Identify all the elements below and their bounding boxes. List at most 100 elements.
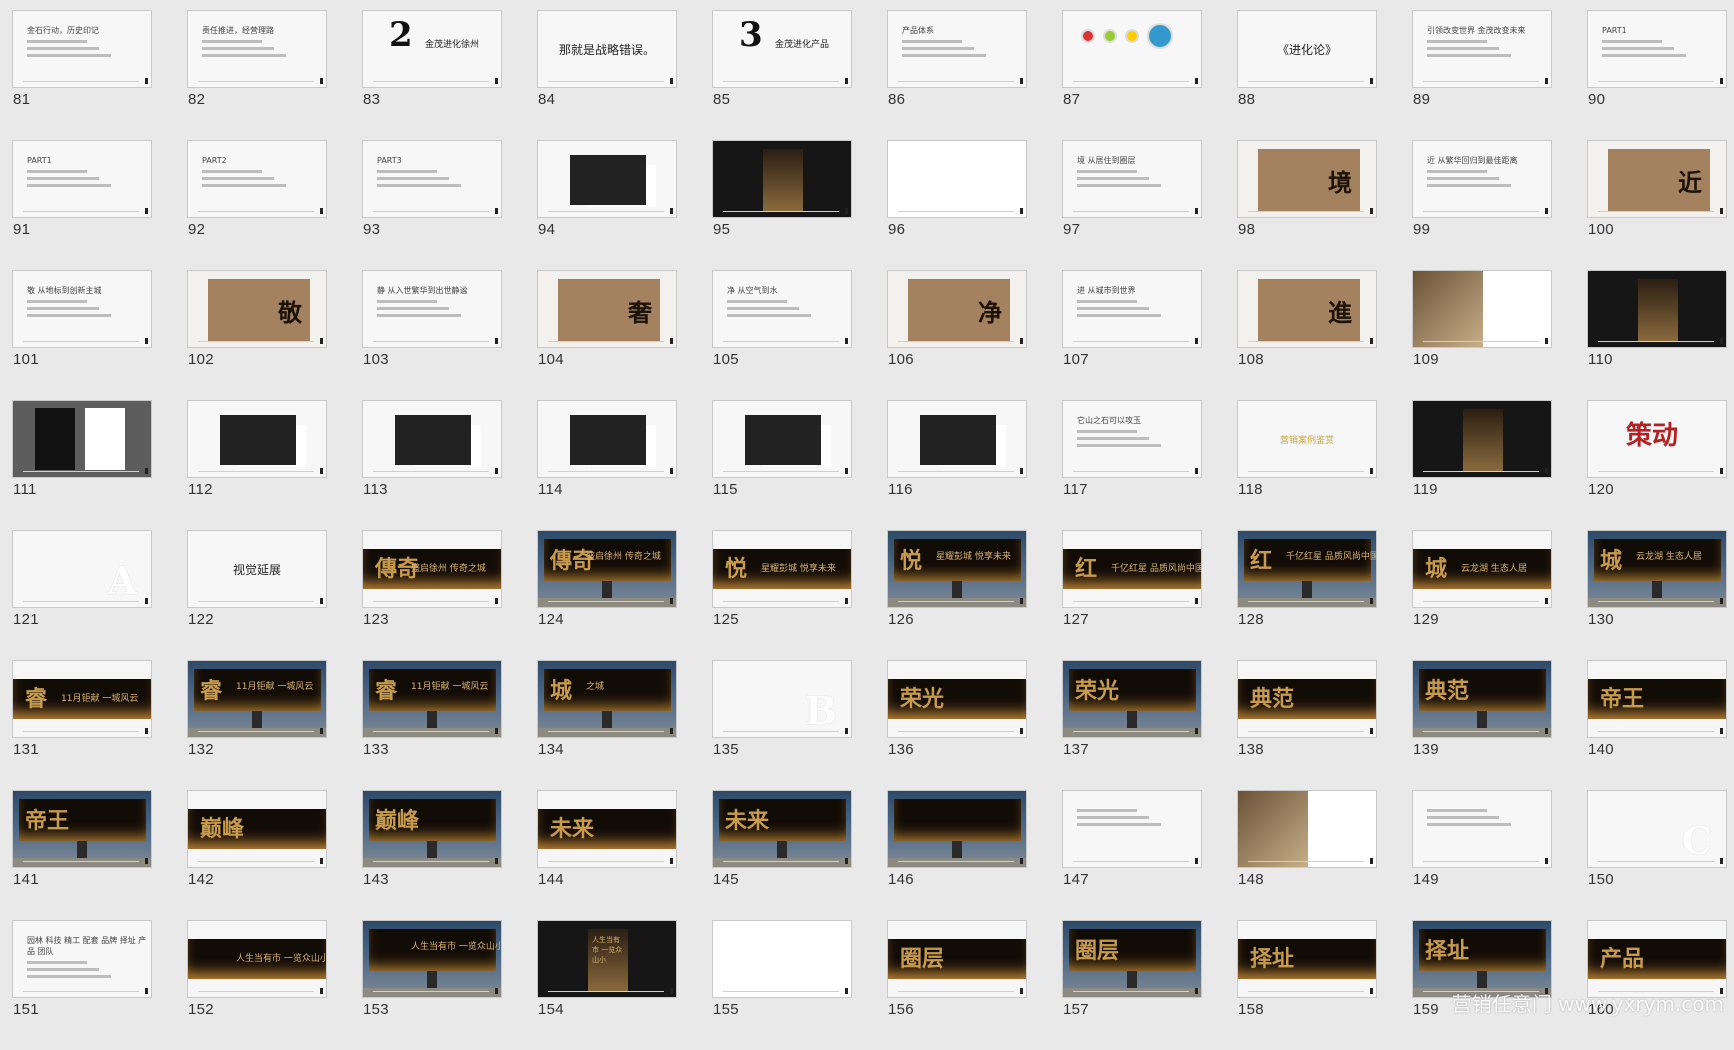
slide-thumbnail-134[interactable]: 城 之城 134: [537, 660, 677, 790]
slide-footer-rule: [1248, 211, 1364, 212]
slide-thumbnail-139[interactable]: 典范 139: [1412, 660, 1552, 790]
slide-thumbnail-125[interactable]: 悦 星耀彭城 悦享未来 125: [712, 530, 852, 660]
slide-thumbnail-114[interactable]: 114: [537, 400, 677, 530]
slide-thumbnail-100[interactable]: 近 100: [1587, 140, 1727, 270]
slide-thumbnail-143[interactable]: 巅峰 143: [362, 790, 502, 920]
slide-thumbnail-141[interactable]: 帝王 141: [12, 790, 152, 920]
text-line-placeholder: [1077, 170, 1137, 173]
slide-thumbnail-145[interactable]: 未来 145: [712, 790, 852, 920]
slide-thumbnail-156[interactable]: 圈层 156: [887, 920, 1027, 1050]
slide-thumbnail-127[interactable]: 红 千亿红星 品质风尚中国 127: [1062, 530, 1202, 660]
slide-thumbnail-98[interactable]: 境 98: [1237, 140, 1377, 270]
slide-thumbnail-103[interactable]: 静 从入世繁华到出世静谧 103: [362, 270, 502, 400]
text-line-placeholder: [1077, 444, 1161, 447]
slide-thumbnail-104[interactable]: 奢 104: [537, 270, 677, 400]
slide-thumbnail-108[interactable]: 進 108: [1237, 270, 1377, 400]
slide-thumbnail-85[interactable]: 3 金茂进化产品 85: [712, 10, 852, 140]
slide-thumbnail-111[interactable]: 111: [12, 400, 152, 530]
text-line-placeholder: [27, 961, 87, 964]
text-line-placeholder: [1077, 300, 1137, 303]
slide-corner-mark: [1195, 78, 1198, 84]
slide-thumbnail-128[interactable]: 红 千亿红星 品质风尚中国 128: [1237, 530, 1377, 660]
slide-thumbnail-144[interactable]: 未来 144: [537, 790, 677, 920]
slide-thumbnail-93[interactable]: PART3 93: [362, 140, 502, 270]
slide-thumbnail-132[interactable]: 睿 11月钜献 一城风云 132: [187, 660, 327, 790]
slide-thumbnail-112[interactable]: 112: [187, 400, 327, 530]
slide-thumbnail-159[interactable]: 择址 159: [1412, 920, 1552, 1050]
slide-thumbnail-91[interactable]: PART1 91: [12, 140, 152, 270]
billboard-headline: 城: [1425, 556, 1448, 582]
billboard-caption: 千亿红星 品质风尚中国: [1286, 552, 1377, 562]
slide-thumbnail-115[interactable]: 115: [712, 400, 852, 530]
slide-thumbnail-120[interactable]: 策动 120: [1587, 400, 1727, 530]
slide-thumbnail-154[interactable]: 人生当有市 一览众山小 154: [537, 920, 677, 1050]
slide-thumbnail-101[interactable]: 敬 从地标到创新主城 101: [12, 270, 152, 400]
slide-thumbnail-92[interactable]: PART2 92: [187, 140, 327, 270]
slide-thumbnail-147[interactable]: 147: [1062, 790, 1202, 920]
slide-thumbnail-157[interactable]: 圈层 157: [1062, 920, 1202, 1050]
slide-corner-mark: [320, 338, 323, 344]
slide-thumbnail-90[interactable]: PART1 90: [1587, 10, 1727, 140]
slide-thumbnail-88[interactable]: 《进化论》 88: [1237, 10, 1377, 140]
slide-thumbnail-110[interactable]: 110: [1587, 270, 1727, 400]
slide-thumbnail-122[interactable]: 视觉延展 122: [187, 530, 327, 660]
slide-thumbnail-113[interactable]: 113: [362, 400, 502, 530]
slide-thumbnail-94[interactable]: 94: [537, 140, 677, 270]
slide-thumbnail-135[interactable]: B 135: [712, 660, 852, 790]
slide-thumbnail-129[interactable]: 城 云龙湖 生态人居 129: [1412, 530, 1552, 660]
slide-thumbnail-89[interactable]: 引领改变世界 金茂改变未来 89: [1412, 10, 1552, 140]
slide-thumbnail-126[interactable]: 悦 星耀彭城 悦享未来 126: [887, 530, 1027, 660]
slide-number: 131: [13, 741, 39, 758]
slide-thumbnail-106[interactable]: 净 106: [887, 270, 1027, 400]
slide-thumbnail-119[interactable]: 119: [1412, 400, 1552, 530]
slide-thumbnail-97[interactable]: 境 从居住到圈层 97: [1062, 140, 1202, 270]
slide-corner-mark: [1545, 468, 1548, 474]
slide-thumbnail-81[interactable]: 金石行动，历史印记 81: [12, 10, 152, 140]
slide-thumbnail-124[interactable]: 傳奇 盛启徐州 传奇之城 124: [537, 530, 677, 660]
slide-thumbnail-130[interactable]: 城 云龙湖 生态人居 130: [1587, 530, 1727, 660]
slide-corner-mark: [495, 468, 498, 474]
slide-thumbnail-136[interactable]: 荣光 136: [887, 660, 1027, 790]
slide-thumbnail-148[interactable]: 148: [1237, 790, 1377, 920]
slide-thumbnail-121[interactable]: A 121: [12, 530, 152, 660]
slide-thumbnail-102[interactable]: 敬 102: [187, 270, 327, 400]
slide-preview: 那就是战略错误。: [537, 10, 677, 88]
slide-thumbnail-142[interactable]: 巅峰 142: [187, 790, 327, 920]
slide-thumbnail-140[interactable]: 帝王 140: [1587, 660, 1727, 790]
slide-thumbnail-133[interactable]: 睿 11月钜献 一城风云 133: [362, 660, 502, 790]
slide-thumbnail-158[interactable]: 择址 158: [1237, 920, 1377, 1050]
slide-thumbnail-152[interactable]: 人生当有市 一览众山小 152: [187, 920, 327, 1050]
slide-thumbnail-146[interactable]: 146: [887, 790, 1027, 920]
slide-thumbnail-83[interactable]: 2 金茂进化徐州 83: [362, 10, 502, 140]
slide-footer-rule: [23, 471, 139, 472]
slide-thumbnail-107[interactable]: 进 从城市到世界 107: [1062, 270, 1202, 400]
text-line-placeholder: [27, 300, 87, 303]
slide-thumbnail-117[interactable]: 它山之石可以攻玉 117: [1062, 400, 1202, 530]
slide-thumbnail-123[interactable]: 傳奇 盛启徐州 传奇之城 123: [362, 530, 502, 660]
slide-text: 敬 从地标到创新主城: [27, 285, 111, 321]
slide-thumbnail-149[interactable]: 149: [1412, 790, 1552, 920]
slide-thumbnail-109[interactable]: 109: [1412, 270, 1552, 400]
slide-thumbnail-105[interactable]: 净 从空气到水 105: [712, 270, 852, 400]
slide-thumbnail-137[interactable]: 荣光 137: [1062, 660, 1202, 790]
slide-thumbnail-138[interactable]: 典范 138: [1237, 660, 1377, 790]
slide-text-line: 净 从空气到水: [727, 286, 778, 295]
slide-thumbnail-118[interactable]: 营销案例鉴赏 118: [1237, 400, 1377, 530]
slide-thumbnail-116[interactable]: 116: [887, 400, 1027, 530]
slide-thumbnail-99[interactable]: 近 从繁华回归到最佳距离 99: [1412, 140, 1552, 270]
slide-thumbnail-131[interactable]: 睿 11月钜献 一城风云 131: [12, 660, 152, 790]
slide-thumbnail-82[interactable]: 责任推进，经营理路 82: [187, 10, 327, 140]
slide-thumbnail-155[interactable]: 155: [712, 920, 852, 1050]
slide-thumbnail-96[interactable]: 96: [887, 140, 1027, 270]
slide-number: 92: [188, 221, 206, 238]
slide-thumbnail-150[interactable]: C 150: [1587, 790, 1727, 920]
slide-thumbnail-86[interactable]: 产品体系 86: [887, 10, 1027, 140]
slide-thumbnail-153[interactable]: 人生当有市 一览众山小 153: [362, 920, 502, 1050]
slide-thumbnail-95[interactable]: 95: [712, 140, 852, 270]
text-line-placeholder: [1427, 809, 1487, 812]
slide-thumbnail-84[interactable]: 那就是战略错误。 84: [537, 10, 677, 140]
slide-thumbnail-87[interactable]: 87: [1062, 10, 1202, 140]
slide-footer-rule: [1073, 81, 1189, 82]
slide-thumbnail-151[interactable]: 园林 科技 精工 配套 品牌 择址 产品 团队 151: [12, 920, 152, 1050]
slide-thumbnail-160[interactable]: 产品 160: [1587, 920, 1727, 1050]
